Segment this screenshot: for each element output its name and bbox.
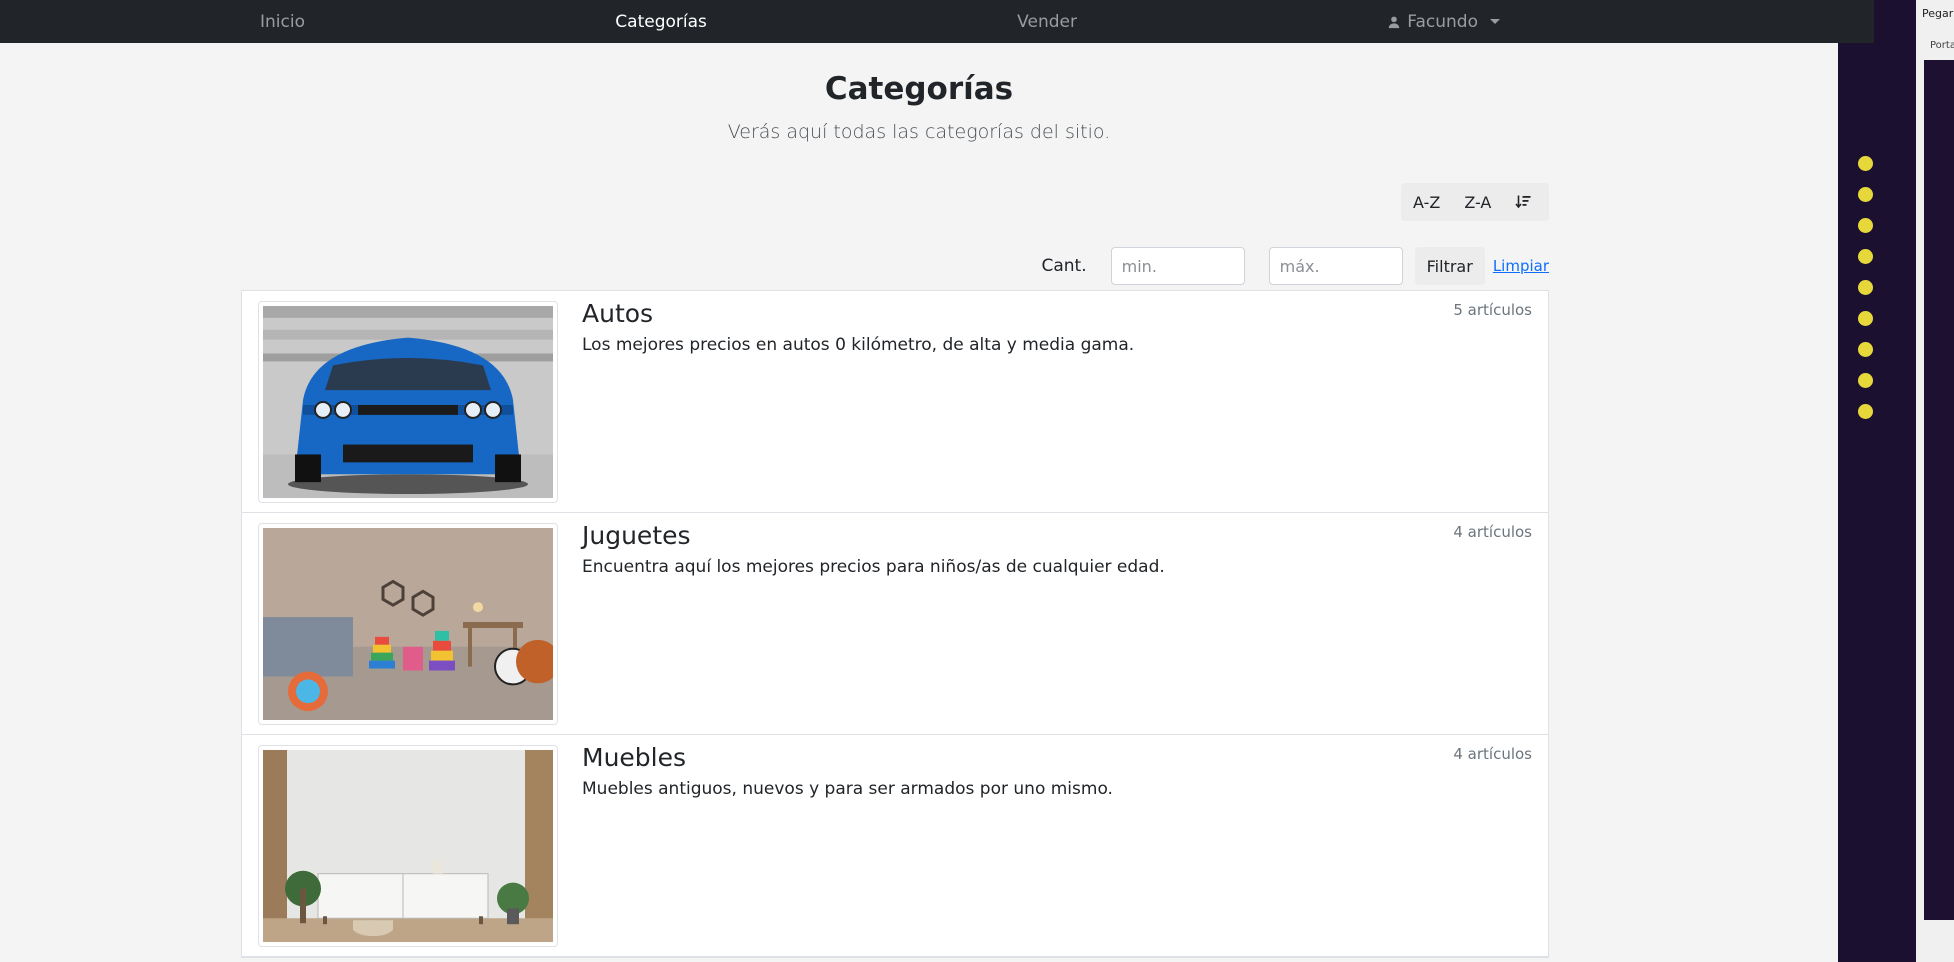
- min-count-input[interactable]: [1110, 247, 1245, 285]
- dot-icon: [1858, 404, 1873, 419]
- chevron-down-icon: [1490, 19, 1500, 24]
- decorative-dots: [1832, 156, 1873, 435]
- nav-categorias[interactable]: Categorías: [615, 12, 707, 32]
- category-image-muebles: [258, 745, 558, 947]
- max-count-input[interactable]: [1268, 247, 1403, 285]
- category-item-juguetes[interactable]: Juguetes Encuentra aquí los mejores prec…: [242, 513, 1548, 735]
- dot-icon: [1858, 342, 1873, 357]
- sort-za-button[interactable]: Z-A: [1452, 183, 1503, 221]
- page-subtitle: Verás aquí todas las categorías del siti…: [727, 121, 1111, 143]
- sort-az-button[interactable]: A-Z: [1401, 183, 1452, 221]
- nav-vender[interactable]: Vender: [1017, 12, 1077, 32]
- category-item-muebles[interactable]: Muebles Muebles antiguos, nuevos y para …: [242, 735, 1548, 957]
- paste-label[interactable]: Pegar: [1922, 7, 1953, 20]
- dot-icon: [1858, 280, 1873, 295]
- nav-inicio[interactable]: Inicio: [260, 12, 305, 32]
- navbar-inner: Inicio Categorías Vender Facundo: [240, 12, 1520, 32]
- category-count: 5 artículos: [1453, 301, 1532, 319]
- dot-icon: [1858, 218, 1873, 233]
- filter-button[interactable]: Filtrar: [1414, 247, 1485, 285]
- category-name: Autos: [582, 299, 654, 328]
- category-list: Autos Los mejores precios en autos 0 kil…: [241, 290, 1549, 958]
- dot-icon: [1858, 187, 1873, 202]
- clear-filter-link[interactable]: Limpiar: [1493, 257, 1549, 275]
- category-count: 4 artículos: [1453, 523, 1532, 541]
- car-image: [263, 306, 553, 498]
- category-item-autos[interactable]: Autos Los mejores precios en autos 0 kil…: [242, 291, 1548, 513]
- filter-label: Cant.: [1041, 256, 1087, 276]
- side-toolbar-panel: [1924, 60, 1954, 920]
- category-count: 4 artículos: [1453, 745, 1532, 763]
- page-title: Categorías: [824, 71, 1014, 107]
- user-icon: [1389, 16, 1400, 28]
- sort-buttons: A-Z Z-A: [1401, 183, 1549, 221]
- dot-icon: [1858, 156, 1873, 171]
- category-description: Los mejores precios en autos 0 kilómetro…: [582, 335, 1135, 355]
- category-name: Muebles: [582, 743, 687, 772]
- sort-count-button[interactable]: [1503, 183, 1543, 221]
- page-header: Categorías Verás aquí todas las categorí…: [0, 71, 1838, 143]
- toys-image: [263, 528, 553, 720]
- user-name: Facundo: [1407, 11, 1478, 32]
- sort-count-icon: [1515, 195, 1531, 209]
- category-description: Encuentra aquí los mejores precios para …: [582, 557, 1165, 577]
- dot-icon: [1858, 373, 1873, 388]
- top-navbar: Inicio Categorías Vender Facundo: [0, 0, 1874, 43]
- filter-bar: Cant. Filtrar Limpiar: [1000, 246, 1549, 286]
- clipboard-label: Porta: [1930, 40, 1954, 51]
- dot-icon: [1858, 249, 1873, 264]
- furniture-image: [263, 750, 553, 942]
- category-image-juguetes: [258, 523, 558, 725]
- main-content: Categorías Verás aquí todas las categorí…: [0, 43, 1838, 962]
- user-menu[interactable]: Facundo: [1387, 12, 1500, 32]
- category-image-autos: [258, 301, 558, 503]
- category-name: Juguetes: [582, 521, 691, 550]
- dot-icon: [1858, 311, 1873, 326]
- category-description: Muebles antiguos, nuevos y para ser arma…: [582, 779, 1113, 799]
